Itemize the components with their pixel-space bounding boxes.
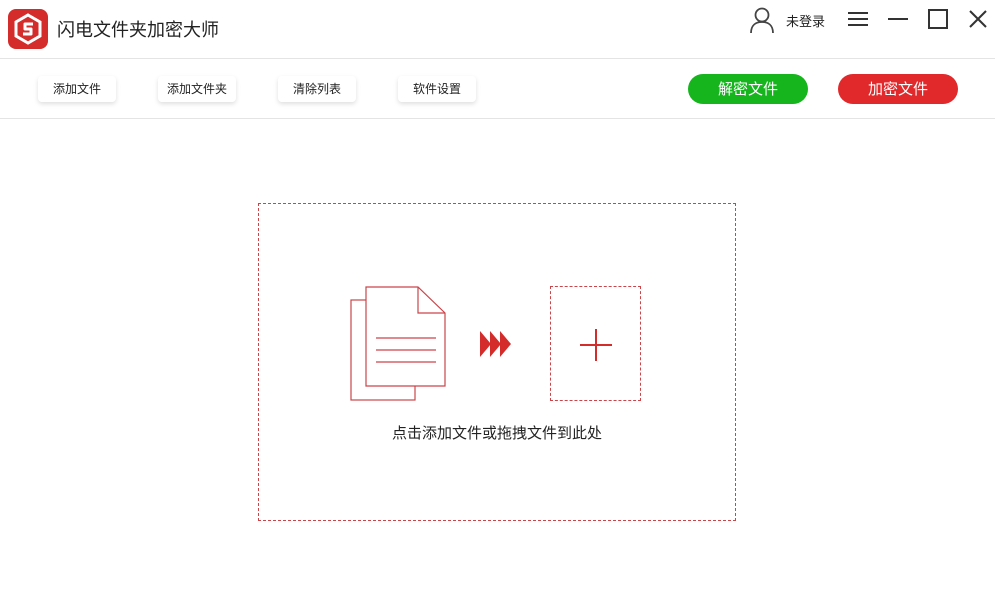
forward-arrows-icon (480, 331, 511, 357)
app-logo-icon (8, 9, 48, 49)
maximize-icon[interactable] (927, 8, 949, 30)
menu-icon[interactable] (847, 8, 869, 30)
drop-hint-text: 点击添加文件或拖拽文件到此处 (391, 424, 602, 442)
plus-icon (580, 329, 612, 361)
title-bar: 闪电文件夹加密大师 未登录 (0, 0, 995, 58)
decrypt-file-button[interactable]: 解密文件 (688, 74, 808, 104)
minimize-icon[interactable] (887, 8, 909, 30)
user-icon[interactable] (749, 6, 775, 34)
encrypt-file-button[interactable]: 加密文件 (838, 74, 958, 104)
app-title: 闪电文件夹加密大师 (57, 20, 219, 41)
document-icon (350, 286, 446, 401)
add-target-box[interactable] (550, 286, 641, 401)
toolbar: 添加文件 添加文件夹 清除列表 软件设置 解密文件 加密文件 (0, 59, 995, 118)
file-drop-zone[interactable] (258, 203, 736, 521)
add-folder-button[interactable]: 添加文件夹 (158, 76, 236, 102)
clear-list-button[interactable]: 清除列表 (278, 76, 356, 102)
login-status-link[interactable]: 未登录 (786, 11, 825, 30)
close-icon[interactable] (967, 8, 989, 30)
toolbar-divider (0, 118, 995, 119)
add-file-button[interactable]: 添加文件 (38, 76, 116, 102)
settings-button[interactable]: 软件设置 (398, 76, 476, 102)
